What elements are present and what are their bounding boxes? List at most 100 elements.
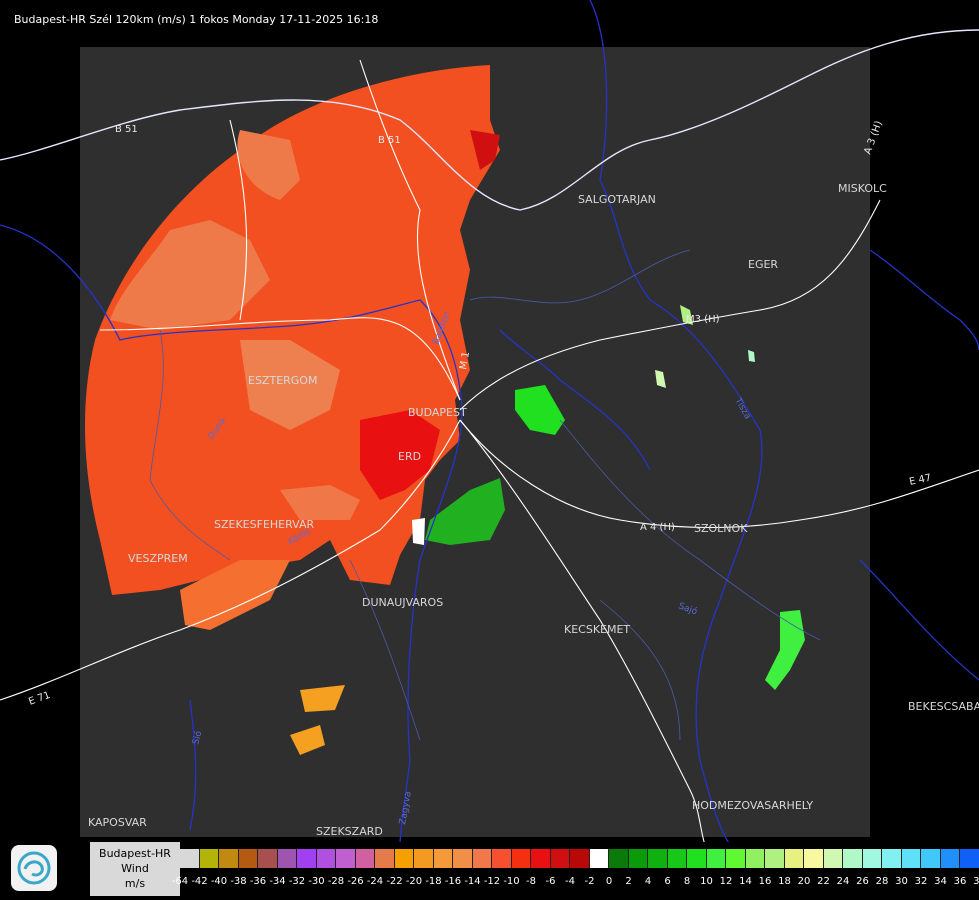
city-hodmezovasarhely: HODMEZOVASARHELY (692, 799, 813, 812)
legend-swatch (531, 849, 551, 868)
legend-tick-label: -26 (347, 876, 364, 887)
legend-tick-label: 2 (625, 876, 632, 887)
legend-tick-label: 20 (797, 876, 811, 887)
legend-swatch (219, 849, 239, 868)
legend-label: Budapest-HR Wind m/s (90, 842, 180, 896)
city-veszprem: VESZPREM (128, 552, 188, 565)
legend-swatch (277, 849, 297, 868)
legend-swatch (492, 849, 512, 868)
wind-legend: Budapest-HR Wind m/s -64 -42 -40 -38 -36 -34-… (90, 842, 979, 896)
city-budapest: BUDAPEST (408, 406, 467, 419)
legend-station: Budapest-HR (99, 847, 171, 860)
legend-tick-label: 14 (739, 876, 752, 887)
legend-tick-label: 4 (644, 876, 652, 887)
legend-swatch (375, 849, 395, 868)
legend-swatch (823, 849, 843, 868)
legend-tick-label: -4 (565, 876, 575, 887)
legend-swatch (453, 849, 473, 868)
road-label-b51-east: B 51 (378, 135, 401, 146)
legend-swatch (862, 849, 882, 868)
legend-tick-label: 6 (664, 876, 671, 887)
swirl-logo-icon (17, 851, 51, 885)
legend-swatch (394, 849, 414, 868)
met-service-logo (11, 845, 57, 891)
city-miskolc: MISKOLC (838, 182, 887, 195)
legend-swatch (745, 849, 765, 868)
legend-tick-label: 8 (683, 876, 691, 887)
city-salgotarjan: SALGOTARJAN (578, 193, 656, 206)
legend-tick-label: 38 (973, 876, 979, 887)
legend-tick-label: -8 (526, 876, 536, 887)
legend-swatch (667, 849, 687, 868)
legend-tick-label: 10 (700, 876, 713, 887)
legend-swatch (589, 849, 609, 868)
legend-swatch (297, 849, 317, 868)
road-label-b51-west: B 51 (115, 124, 138, 135)
legend-tick-label: 36 (953, 876, 967, 887)
legend-swatch (706, 849, 726, 868)
legend-swatch (238, 849, 258, 868)
legend-swatch (355, 849, 375, 868)
legend-swatch (258, 849, 278, 868)
city-kaposvar: KAPOSVAR (88, 816, 147, 829)
legend-swatch (784, 849, 804, 868)
city-kecskemet: KECSKEMET (564, 623, 630, 636)
city-szolnok: SZOLNOK (694, 522, 748, 535)
legend-swatch (336, 849, 356, 868)
legend-swatch (940, 849, 960, 868)
legend-tick-label: 18 (778, 876, 791, 887)
legend-tick-label: 28 (875, 876, 889, 887)
legend-swatch (414, 849, 434, 868)
legend-tick-label: -14 (464, 876, 481, 887)
legend-tick-label: -20 (405, 876, 423, 887)
legend-tick-label: -34 (269, 876, 286, 887)
legend-tick-label: 16 (758, 876, 772, 887)
legend-tick-label: -38 (230, 876, 247, 887)
legend-tick-label: -42 (191, 876, 208, 887)
legend-tick-label: 26 (856, 876, 869, 887)
legend-swatch (882, 849, 902, 868)
legend-swatch (726, 849, 746, 868)
legend-swatch (609, 849, 629, 868)
city-bekescsaba: BEKESCSABA (908, 700, 979, 713)
legend-swatch (180, 849, 200, 868)
legend-tick-label: -10 (503, 876, 520, 887)
legend-swatch (628, 849, 648, 868)
legend-unit: m/s (124, 877, 146, 890)
legend-tick-label: 22 (817, 876, 830, 887)
radar-map: SALGOTARJAN MISKOLC EGER ESZTERGOM BUDAP… (0, 0, 979, 900)
legend-tick-label: -24 (366, 876, 384, 887)
legend-swatch (804, 849, 824, 868)
legend-tick-label: 0 (605, 876, 613, 887)
legend-tick-label: -22 (386, 876, 403, 887)
city-eger: EGER (748, 258, 778, 271)
legend-swatches (180, 849, 979, 869)
legend-swatch (921, 849, 941, 868)
road-label-m3: M3 (H) (686, 314, 720, 325)
city-szekszard: SZEKSZARD (316, 825, 383, 838)
legend-swatch (687, 849, 707, 868)
legend-tick-label: 12 (719, 876, 733, 887)
legend-tick-label: -36 (249, 876, 267, 887)
legend-tick-label: 32 (914, 876, 928, 887)
legend-swatch (960, 849, 979, 868)
city-dunaujvaros: DUNAUJVAROS (362, 596, 443, 609)
legend-tick-label: 24 (836, 876, 850, 887)
legend-tick-label: -40 (210, 876, 228, 887)
legend-tick-label: 34 (934, 876, 947, 887)
legend-tick-label: -2 (584, 876, 595, 887)
legend-swatch (433, 849, 453, 868)
legend-swatch (648, 849, 668, 868)
legend-swatch (901, 849, 921, 868)
city-erd: ERD (398, 450, 421, 463)
legend-tick-label: -6 (545, 876, 556, 887)
city-szekesfehervar: SZEKESFEHERVAR (214, 518, 315, 531)
legend-swatch (316, 849, 336, 868)
legend-swatch (843, 849, 863, 868)
legend-tick-label: -30 (308, 876, 325, 887)
legend-tick-label: -64 (171, 876, 189, 887)
road-label-a4: A 4 (H) (640, 522, 675, 533)
echo-white-zero (412, 518, 425, 545)
legend-quantity: Wind (121, 862, 149, 875)
legend-tick-label: -18 (425, 876, 442, 887)
